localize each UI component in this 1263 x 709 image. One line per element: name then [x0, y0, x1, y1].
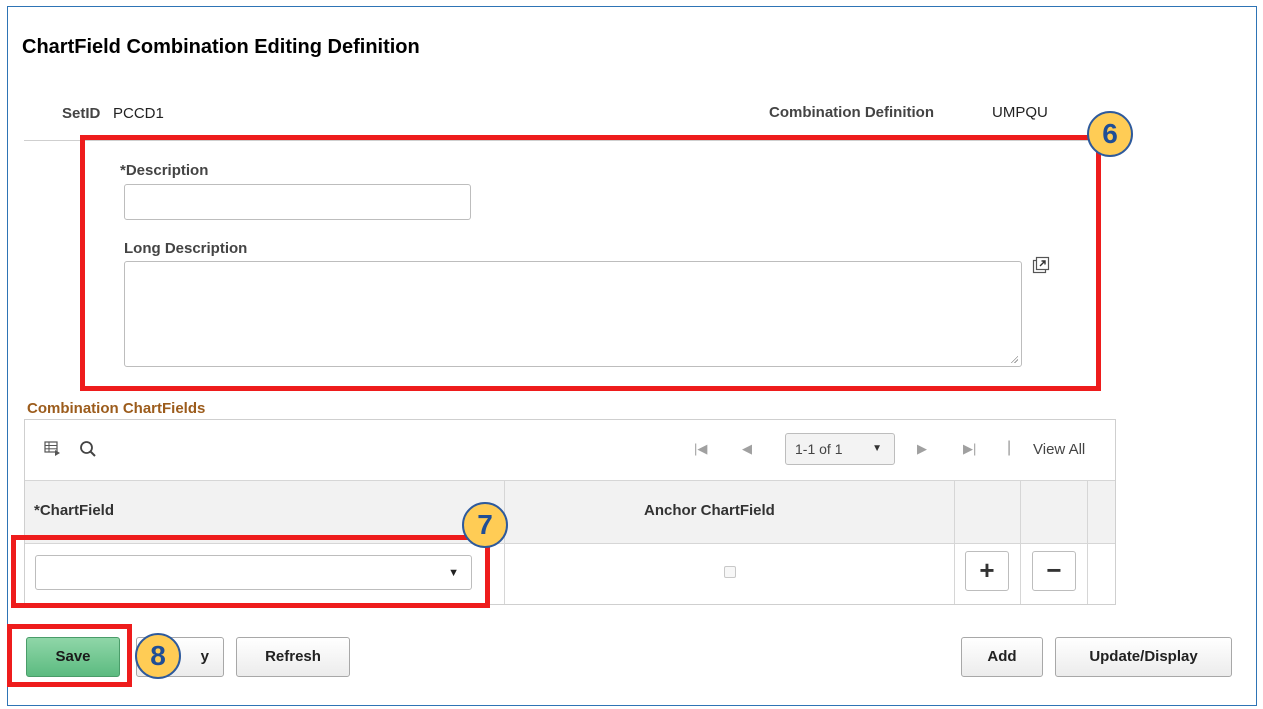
- first-page-icon[interactable]: |◀: [694, 441, 707, 457]
- callout-frame-save: [7, 624, 132, 687]
- column-divider: [504, 480, 505, 604]
- last-page-icon[interactable]: ▶|: [963, 441, 976, 457]
- next-page-icon[interactable]: ▶: [917, 441, 927, 457]
- add-row-button[interactable]: +: [965, 551, 1009, 591]
- row-pager-select[interactable]: 1-1 of 1 ▼: [785, 433, 895, 465]
- column-header-anchor-chartfield: Anchor ChartField: [644, 502, 775, 519]
- update-display-button[interactable]: Update/Display: [1055, 637, 1232, 677]
- previous-page-icon[interactable]: ◀: [742, 441, 752, 457]
- combination-chartfields-title: Combination ChartFields: [27, 400, 206, 417]
- toolbar-separator: |: [1007, 439, 1012, 456]
- grid-personalize-icon[interactable]: [44, 441, 62, 457]
- view-all-link[interactable]: View All: [1033, 441, 1085, 458]
- row-pager-text: 1-1 of 1: [795, 441, 843, 457]
- add-button[interactable]: Add: [961, 637, 1043, 677]
- combination-definition-value: UMPQU: [992, 104, 1048, 121]
- combination-definition-label: Combination Definition: [769, 104, 934, 121]
- setid-label: SetID: [62, 105, 101, 122]
- refresh-button[interactable]: Refresh: [236, 637, 350, 677]
- column-divider: [954, 480, 955, 604]
- callout-badge-8: 8: [135, 633, 181, 679]
- callout-badge-7: 7: [462, 502, 508, 548]
- callout-badge-6: 6: [1087, 111, 1133, 157]
- chevron-down-icon: ▼: [872, 443, 882, 454]
- setid-value: PCCD1: [113, 105, 164, 122]
- column-header-chartfield: *ChartField: [34, 502, 115, 519]
- page-title: ChartField Combination Editing Definitio…: [22, 36, 420, 58]
- search-icon[interactable]: [79, 440, 97, 458]
- callout-frame-chartfield: [11, 535, 490, 608]
- anchor-chartfield-checkbox[interactable]: [724, 566, 736, 578]
- callout-frame-description: [80, 135, 1101, 391]
- column-divider: [1087, 480, 1088, 604]
- grid-toolbar: |◀ ◀ 1-1 of 1 ▼ ▶ ▶| | View All: [25, 420, 1115, 480]
- delete-row-button[interactable]: −: [1032, 551, 1076, 591]
- column-divider: [1020, 480, 1021, 604]
